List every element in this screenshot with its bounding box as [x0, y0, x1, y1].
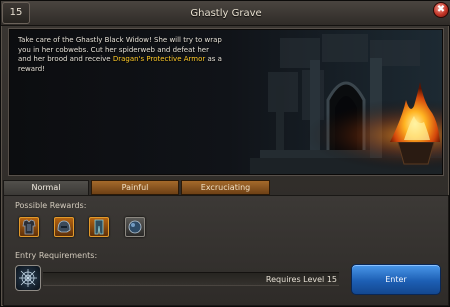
reward-slot-orb[interactable]: [125, 217, 145, 237]
window-title: Ghastly Grave: [190, 8, 262, 19]
dungeon-scene: Take care of the Ghastly Black Widow! Sh…: [9, 29, 443, 175]
dungeon-window: 15 Ghastly Grave ✖ Take care of the Ghas…: [0, 0, 450, 307]
helmet-icon: [57, 220, 71, 233]
tab-excruciating[interactable]: Excruciating: [181, 180, 270, 195]
orb-icon: [128, 220, 142, 234]
close-icon[interactable]: ✖: [433, 2, 449, 18]
enter-button[interactable]: Enter: [351, 264, 441, 295]
possible-rewards-label: Possible Rewards:: [15, 201, 87, 210]
spiderweb-icon: [19, 269, 37, 287]
entry-requirements-label: Entry Requirements:: [15, 251, 98, 260]
title-bar[interactable]: 15 Ghastly Grave ✖: [1, 1, 450, 26]
reward-slot-legs[interactable]: [89, 217, 109, 237]
tab-painful[interactable]: Painful: [91, 180, 179, 195]
reward-slot-helmet[interactable]: [54, 217, 74, 237]
reward-slot-armor[interactable]: [19, 217, 39, 237]
leg-armor-icon: [94, 219, 104, 235]
reward-item-name: Dragan's Protective Armor: [112, 55, 206, 64]
tab-normal[interactable]: Normal: [3, 180, 89, 196]
required-level: Requires Level 15: [265, 275, 337, 284]
armor-chest-icon: [22, 219, 36, 235]
quest-description: Take care of the Ghastly Black Widow! Sh…: [18, 36, 223, 75]
requirement-slot[interactable]: [15, 265, 41, 291]
